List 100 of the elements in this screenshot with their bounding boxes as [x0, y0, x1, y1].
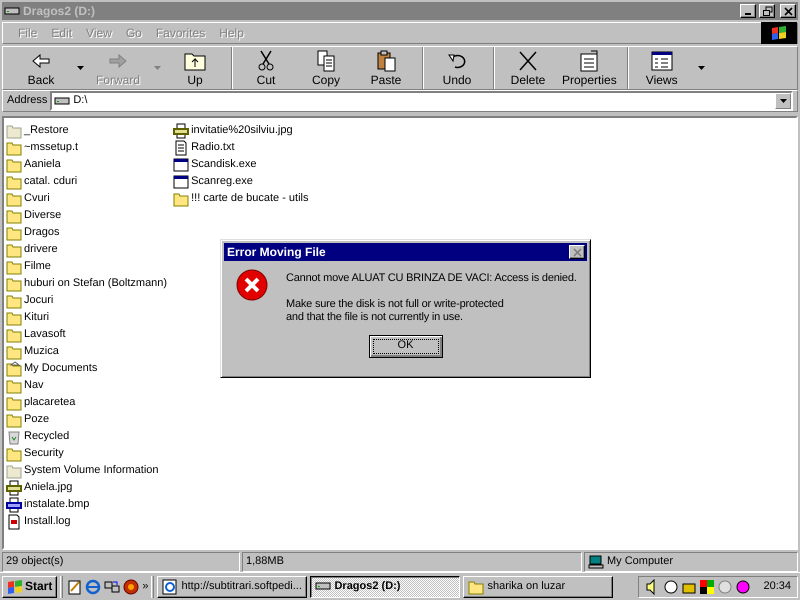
dialog-title: Error Moving File — [227, 244, 326, 260]
directory-entry[interactable]: invitatie%20silviu.jpg — [173, 122, 293, 139]
directory-entry[interactable]: Scandisk.exe — [173, 156, 257, 173]
folder-icon — [6, 156, 22, 172]
toolbar-button[interactable]: Back — [11, 47, 88, 89]
directory-entry[interactable]: Security — [6, 445, 64, 462]
folder-icon — [6, 122, 22, 138]
caret-icon — [77, 66, 84, 70]
directory-entry[interactable]: Nav — [6, 377, 44, 394]
directory-entry[interactable]: placaretea — [6, 394, 76, 411]
address-label: Address — [7, 94, 48, 108]
start-button[interactable]: Start — [2, 576, 58, 598]
directory-entry[interactable]: Dragos — [6, 224, 60, 241]
directory-entry[interactable]: !!! carte de bucate - utils — [173, 190, 308, 207]
directory-entry[interactable]: Cvuri — [6, 190, 50, 207]
folder-icon — [6, 140, 22, 156]
directory-entry[interactable]: Aaniela — [6, 156, 61, 173]
windows-flag-icon — [7, 580, 23, 594]
directory-entry[interactable]: Install.log — [6, 513, 70, 530]
directory-entry[interactable]: Scanreg.exe — [173, 173, 253, 190]
directory-entry[interactable]: Aniela.jpg — [6, 479, 72, 496]
directory-entry[interactable]: Radio.txt — [173, 139, 235, 156]
folder-icon — [6, 242, 22, 258]
more-button[interactable]: » — [142, 580, 148, 594]
folder-icon — [6, 462, 22, 478]
taskbar-button[interactable]: sharika on luzar — [463, 576, 614, 598]
directory-entry[interactable]: instalate.bmp — [6, 496, 90, 513]
browser-icon — [85, 578, 102, 594]
browser-icon — [162, 578, 178, 594]
folder-icon — [6, 360, 22, 376]
caret-icon — [154, 66, 161, 70]
directory-entry[interactable]: Diverse — [6, 207, 62, 224]
folder-icon — [6, 310, 22, 326]
restore-button[interactable] — [759, 4, 775, 18]
folder-icon — [6, 344, 22, 360]
recycle-bin-icon — [6, 428, 22, 444]
directory-entry[interactable]: Filme — [6, 258, 51, 275]
quick-launch-button[interactable] — [104, 578, 120, 594]
toolbar-button[interactable]: Views — [626, 47, 709, 89]
close-button[interactable] — [780, 4, 796, 18]
folder-icon — [6, 224, 22, 240]
color-squares-icon[interactable] — [699, 578, 716, 594]
notepad-icon — [66, 578, 82, 594]
directory-entry[interactable]: ~mssetup.t — [6, 139, 78, 156]
directory-entry[interactable]: Muzica — [6, 343, 59, 360]
directory-entry[interactable]: Jocuri — [6, 292, 54, 309]
caret-icon — [780, 99, 786, 103]
folder-icon — [6, 446, 22, 462]
computer-icon — [588, 555, 604, 569]
minimize-button[interactable] — [740, 4, 756, 18]
directory-entry[interactable]: System Volume Information — [6, 462, 159, 479]
quick-launch-button[interactable] — [123, 578, 140, 594]
error-message: Cannot move ALUAT CU BRINZA DE VACI: Access is denied. — [286, 272, 577, 286]
folder-icon — [468, 578, 484, 594]
directory-entry[interactable]: Lavasoft — [6, 326, 66, 343]
directory-entry[interactable]: My Documents — [6, 360, 98, 377]
toolbar-button[interactable]: Undo — [422, 47, 487, 89]
directory-entry[interactable]: Poze — [6, 411, 50, 428]
views-icon — [650, 48, 674, 73]
toolbar-button[interactable]: Up — [165, 47, 225, 89]
jpg-file-icon — [6, 480, 22, 496]
jpg-file-icon — [173, 122, 190, 138]
log-file-icon — [6, 514, 22, 530]
address-field[interactable]: D:\ — [50, 91, 793, 111]
close-icon — [572, 246, 582, 258]
toolbar-button[interactable]: Delete — [493, 47, 558, 89]
directory-entry[interactable]: Recycled — [6, 428, 70, 445]
close-button[interactable] — [569, 245, 585, 259]
taskbar-button[interactable]: http://subtitrari.softpedi... — [157, 576, 308, 598]
dropdown-button[interactable] — [775, 93, 791, 109]
directory-entry[interactable]: _Restore — [6, 122, 69, 139]
folder-icon — [6, 174, 22, 190]
text-file-icon — [173, 140, 190, 156]
quick-launch-button[interactable] — [66, 578, 82, 594]
window-title: Dragos2 (D:) — [23, 4, 96, 18]
toolbar-button[interactable]: Copy — [296, 47, 356, 89]
toolbar-button[interactable]: Properties — [558, 47, 621, 89]
program-icon — [173, 156, 190, 172]
directory-entry[interactable]: huburi on Stefan (Boltzmann) — [6, 275, 168, 292]
toolbar-button[interactable]: Cut — [231, 47, 296, 89]
folder-icon — [6, 258, 22, 274]
folder-icon — [6, 378, 22, 394]
folder-icon — [6, 326, 22, 342]
caret-icon — [698, 66, 705, 70]
status-text: 1,88MB — [246, 555, 284, 569]
folder-icon — [173, 190, 190, 206]
bmp-file-icon — [6, 496, 22, 512]
directory-entry[interactable]: drivere — [6, 241, 58, 258]
address-text: D:\ — [73, 94, 88, 108]
folder-icon — [6, 276, 22, 292]
clock: 20:34 — [763, 580, 791, 594]
toolbar-button[interactable]: Paste — [356, 47, 416, 89]
taskbar-button[interactable]: Dragos2 (D:) — [310, 576, 460, 598]
error-icon — [236, 269, 268, 301]
directory-entry[interactable]: Kituri — [6, 309, 50, 326]
folder-icon — [6, 292, 22, 308]
minimize-icon — [745, 13, 751, 15]
flag-icon — [771, 26, 787, 40]
ok-button[interactable]: OK — [368, 334, 442, 358]
directory-entry[interactable]: catal. cduri — [6, 173, 78, 190]
